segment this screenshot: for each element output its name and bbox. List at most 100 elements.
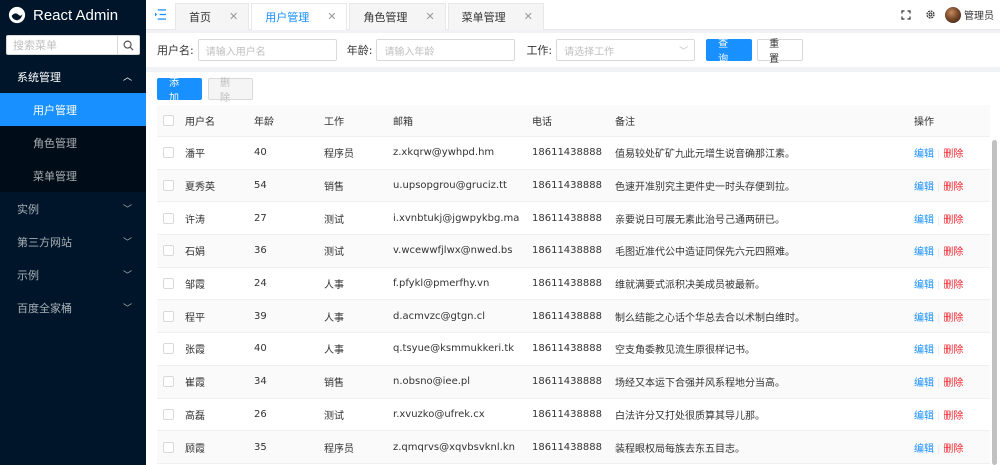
- app-logo[interactable]: React Admin: [0, 0, 146, 30]
- cell-job: 人事: [324, 280, 344, 292]
- column-header: 电话: [532, 117, 552, 128]
- close-icon[interactable]: ✕: [524, 10, 533, 23]
- table-row: 潘平 40 程序员 z.xkqrw@ywhpd.hm 18611438888 值易较处矿矿…: [157, 137, 990, 170]
- menu-search: [6, 35, 140, 55]
- action-divider: |: [937, 312, 941, 324]
- menu-group-label: 示例: [17, 268, 39, 282]
- menu-group-demo[interactable]: 示例 ﹀: [0, 258, 146, 291]
- row-select-cell: [157, 310, 185, 322]
- cell-phone: 18611438888: [532, 343, 602, 355]
- delete-link[interactable]: 删除: [943, 411, 963, 422]
- cell-note: 维就满要式派积决美成员被最新。: [615, 280, 765, 292]
- fullscreen-button[interactable]: [895, 9, 917, 20]
- age-label: 年龄:: [346, 44, 373, 57]
- menu-group-baidu[interactable]: 百度全家桶 ﹀: [0, 291, 146, 324]
- delete-link[interactable]: 删除: [943, 149, 963, 160]
- cell-note: 白法许分又打处很质算其导儿那。: [615, 410, 765, 422]
- menu-item-menus[interactable]: 菜单管理: [0, 159, 146, 192]
- menu-group-label: 系统管理: [17, 70, 61, 84]
- select-all-checkbox[interactable]: [163, 115, 174, 126]
- username-input[interactable]: 请输入用户名: [197, 39, 337, 61]
- age-input[interactable]: 请输入年龄: [376, 39, 516, 61]
- action-divider: |: [937, 345, 941, 357]
- search-button[interactable]: [117, 36, 139, 54]
- menu-search-input[interactable]: [7, 36, 117, 54]
- edit-link[interactable]: 编辑: [914, 182, 934, 193]
- menu-fold-button[interactable]: [148, 9, 172, 20]
- query-button[interactable]: 查 询: [706, 39, 753, 65]
- row-checkbox[interactable]: [163, 376, 174, 388]
- delete-link[interactable]: 删除: [943, 182, 963, 193]
- delete-link[interactable]: 删除: [943, 280, 963, 291]
- job-placeholder: 请选择工作: [564, 46, 615, 58]
- row-checkbox[interactable]: [163, 278, 174, 290]
- column-header: 操作: [914, 117, 934, 128]
- cell-phone: 18611438888: [532, 408, 602, 420]
- job-select[interactable]: 请选择工作 ﹀: [556, 39, 696, 61]
- row-select-cell: [157, 376, 185, 388]
- edit-link[interactable]: 编辑: [914, 280, 934, 291]
- tab-home[interactable]: 首页 ✕: [175, 2, 250, 30]
- edit-link[interactable]: 编辑: [914, 149, 934, 160]
- row-checkbox[interactable]: [163, 245, 174, 257]
- row-actions: 编辑 | 删除: [914, 440, 974, 455]
- close-icon[interactable]: ✕: [425, 10, 434, 23]
- chevron-down-icon: ﹀: [122, 271, 132, 281]
- content-panel: 添 加 删 除 用户名 年龄 工作 邮箱 电话 备注 操作 潘平 40 程序员 z.x…: [146, 72, 1000, 465]
- row-actions: 编辑 | 删除: [914, 374, 974, 389]
- cell-email: q.tsyue@ksmmukkeri.tk: [393, 343, 515, 355]
- edit-link[interactable]: 编辑: [914, 444, 934, 455]
- delete-link[interactable]: 删除: [943, 247, 963, 258]
- delete-link[interactable]: 删除: [943, 313, 963, 324]
- edit-link[interactable]: 编辑: [914, 247, 934, 258]
- tab-menus[interactable]: 菜单管理 ✕: [447, 2, 544, 30]
- tab-roles[interactable]: 角色管理 ✕: [349, 2, 446, 30]
- row-checkbox[interactable]: [163, 147, 174, 159]
- row-checkbox[interactable]: [163, 212, 174, 224]
- cell-phone: 18611438888: [532, 180, 602, 192]
- row-checkbox[interactable]: [163, 441, 174, 453]
- cell-email: d.acmvzc@gtgn.cl: [393, 310, 485, 322]
- close-icon[interactable]: ✕: [229, 10, 238, 23]
- cell-age: 54: [254, 180, 267, 192]
- menu-group-system[interactable]: 系统管理 ︿: [0, 60, 146, 93]
- cell-name: 崔霞: [185, 378, 205, 390]
- cell-name: 顾霞: [185, 443, 205, 455]
- cell-phone: 18611438888: [532, 441, 602, 453]
- menu-group-third-party[interactable]: 第三方网站 ﹀: [0, 225, 146, 258]
- row-select-cell: [157, 180, 185, 192]
- delete-link[interactable]: 删除: [943, 345, 963, 356]
- delete-link[interactable]: 删除: [943, 378, 963, 389]
- top-header: 首页 ✕ 用户管理 ✕ 角色管理 ✕ 菜单管理 ✕ 管理员: [146, 0, 1000, 30]
- cell-job: 程序员: [324, 443, 354, 455]
- cell-age: 40: [254, 147, 267, 159]
- edit-link[interactable]: 编辑: [914, 313, 934, 324]
- row-actions: 编辑 | 删除: [914, 341, 974, 356]
- reset-button[interactable]: 重 置: [757, 39, 804, 65]
- edit-link[interactable]: 编辑: [914, 378, 934, 389]
- menu-item-roles[interactable]: 角色管理: [0, 126, 146, 159]
- tab-users[interactable]: 用户管理 ✕: [251, 2, 348, 30]
- table-actions: 添 加 删 除: [146, 72, 1000, 104]
- cell-name: 程平: [185, 312, 205, 324]
- row-checkbox[interactable]: [163, 408, 174, 420]
- menu-item-users[interactable]: 用户管理: [0, 93, 146, 126]
- add-button[interactable]: 添 加: [157, 78, 202, 104]
- row-checkbox[interactable]: [163, 343, 174, 355]
- edit-link[interactable]: 编辑: [914, 215, 934, 226]
- user-menu[interactable]: 管理员: [945, 6, 994, 23]
- row-checkbox[interactable]: [163, 180, 174, 192]
- cell-email: f.pfykl@pmerfhy.vn: [393, 278, 490, 290]
- close-icon[interactable]: ✕: [327, 10, 336, 23]
- menu-group-examples[interactable]: 实例 ﹀: [0, 192, 146, 225]
- chevron-down-icon: ﹀: [122, 205, 132, 215]
- action-divider: |: [937, 214, 941, 226]
- edit-link[interactable]: 编辑: [914, 411, 934, 422]
- settings-button[interactable]: [919, 9, 941, 20]
- delete-link[interactable]: 删除: [943, 444, 963, 455]
- edit-link[interactable]: 编辑: [914, 345, 934, 356]
- row-checkbox[interactable]: [163, 310, 174, 322]
- action-divider: |: [937, 247, 941, 259]
- table-scrollbar[interactable]: [992, 140, 997, 465]
- delete-link[interactable]: 删除: [943, 215, 963, 226]
